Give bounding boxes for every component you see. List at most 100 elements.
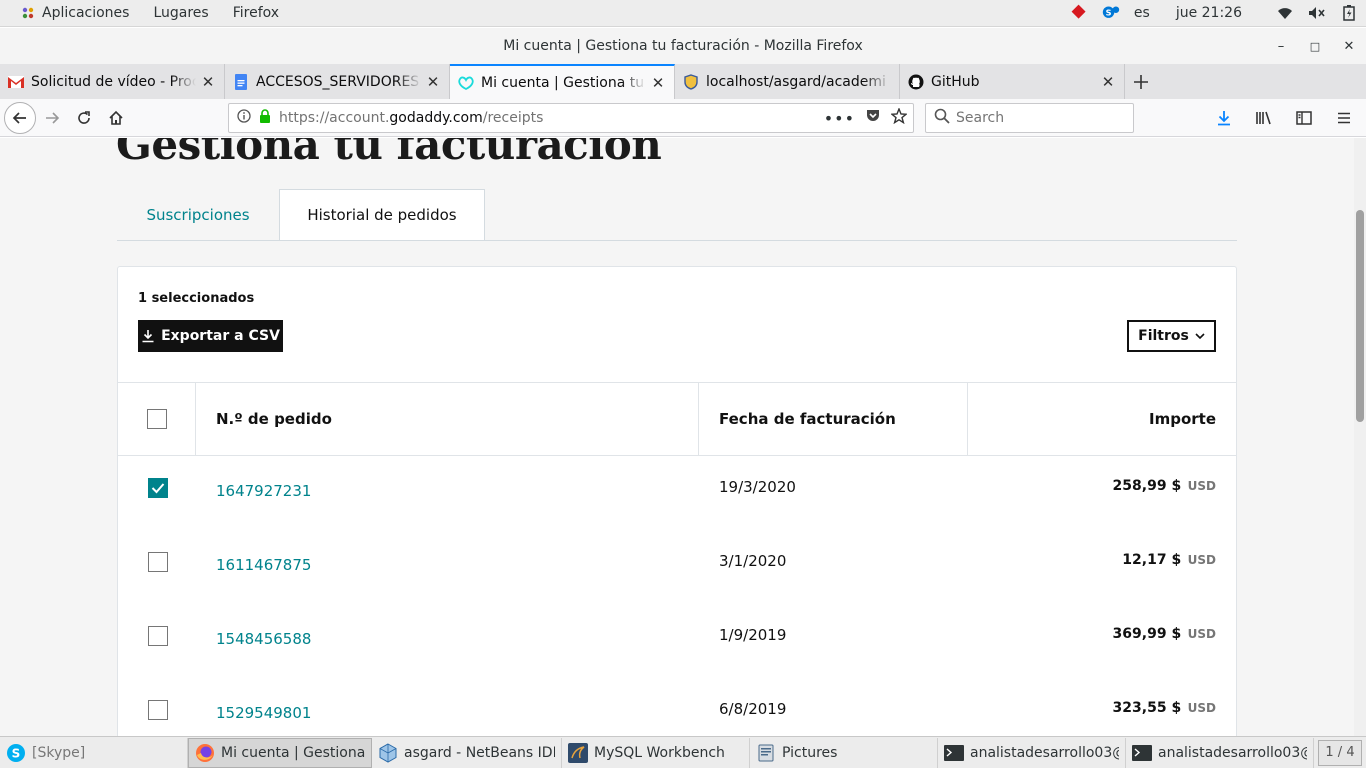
selected-count: 1 seleccionados: [138, 291, 255, 306]
close-tab-icon[interactable]: ✕: [650, 74, 666, 92]
order-number-link[interactable]: 1611467875: [216, 556, 311, 574]
taskbar-item-skype[interactable]: S [Skype]: [0, 737, 188, 768]
terminal-icon: [1132, 743, 1152, 763]
column-header-amount[interactable]: Importe: [968, 383, 1236, 455]
workspace-pager[interactable]: 1 / 4: [1318, 739, 1362, 766]
reload-icon: [78, 110, 90, 124]
docs-icon: [233, 73, 249, 90]
taskbar: S [Skype] Mi cuenta | Gestiona t... asga…: [0, 736, 1366, 768]
search-bar[interactable]: [925, 103, 1134, 133]
checkmark-icon: [151, 483, 165, 494]
download-icon: [142, 330, 154, 343]
github-icon: [908, 74, 924, 90]
wifi-icon[interactable]: [1276, 4, 1294, 22]
page-scrollbar[interactable]: [1354, 138, 1366, 736]
search-input[interactable]: [956, 110, 1116, 126]
taskbar-item-firefox[interactable]: Mi cuenta | Gestiona t...: [188, 737, 372, 768]
column-header-order[interactable]: N.º de pedido: [196, 383, 699, 455]
row-checkbox[interactable]: [148, 478, 168, 498]
tab-subscriptions[interactable]: Suscripciones: [117, 189, 279, 241]
menu-lugares[interactable]: Lugares: [141, 5, 220, 21]
order-number-link[interactable]: 1529549801: [216, 704, 311, 722]
lock-icon[interactable]: [259, 109, 271, 127]
chevron-down-icon: [1195, 333, 1205, 340]
taskbar-item-mysql-workbench[interactable]: MySQL Workbench: [562, 737, 750, 768]
close-tab-icon[interactable]: ✕: [425, 73, 441, 91]
order-number-link[interactable]: 1647927231: [216, 482, 311, 500]
tab-github[interactable]: GitHub ✕: [900, 64, 1125, 99]
mysql-icon: [568, 742, 588, 763]
svg-text:S: S: [12, 746, 21, 760]
export-csv-button[interactable]: Exportar a CSV: [138, 320, 283, 352]
table-row: 1647927231 19/3/2020 258,99 $ USD: [118, 456, 1236, 530]
order-number-link[interactable]: 1548456588: [216, 630, 311, 648]
reload-button[interactable]: [68, 102, 100, 134]
navigation-toolbar: https://account.godaddy.com/receipts •••: [0, 99, 1366, 137]
downloads-button[interactable]: [1208, 102, 1240, 134]
skype-tray-icon[interactable]: S: [1102, 4, 1120, 22]
bookmark-star-icon[interactable]: [890, 107, 908, 128]
shield-icon: [683, 73, 699, 90]
billing-date: 19/3/2020: [719, 478, 796, 496]
home-button[interactable]: [100, 102, 132, 134]
window-title: Mi cuenta | Gestiona tu facturación - Mo…: [503, 38, 863, 54]
new-tab-button[interactable]: [1125, 64, 1157, 99]
url-bar[interactable]: https://account.godaddy.com/receipts •••: [228, 103, 914, 133]
sidebar-icon: [1296, 111, 1312, 125]
tab-google-docs[interactable]: ACCESOS_SERVIDORES. ✕: [225, 64, 450, 99]
amount: 369,99 $ USD: [1112, 626, 1216, 642]
close-window-button[interactable]: ✕: [1342, 39, 1356, 54]
clock[interactable]: jue 21:26: [1176, 5, 1242, 21]
scrollbar-thumb[interactable]: [1356, 210, 1364, 422]
tab-localhost[interactable]: localhost/asgard/academi: [675, 64, 900, 99]
close-tab-icon[interactable]: ✕: [1100, 73, 1116, 91]
window-titlebar: Mi cuenta | Gestiona tu facturación - Mo…: [0, 28, 1366, 64]
row-checkbox[interactable]: [148, 552, 168, 572]
page-content: Gestiona tu facturación Suscripciones Hi…: [0, 138, 1354, 736]
maximize-button[interactable]: □: [1308, 40, 1322, 53]
volume-icon[interactable]: [1308, 4, 1326, 22]
info-icon[interactable]: [237, 109, 251, 127]
column-header-date[interactable]: Fecha de facturación: [699, 383, 968, 455]
taskbar-item-netbeans[interactable]: asgard - NetBeans IDE ...: [372, 737, 562, 768]
url-text[interactable]: https://account.godaddy.com/receipts: [279, 110, 543, 126]
sidebar-button[interactable]: [1288, 102, 1320, 134]
taskbar-item-terminal-1[interactable]: analistadesarrollo03@l...: [938, 737, 1126, 768]
minimize-button[interactable]: –: [1274, 39, 1288, 54]
hamburger-menu-button[interactable]: [1328, 102, 1360, 134]
anydesk-icon[interactable]: [1070, 4, 1088, 22]
billing-date: 6/8/2019: [719, 700, 787, 718]
gnome-top-bar: Aplicaciones Lugares Firefox S es jue 21…: [0, 0, 1366, 27]
table-row: 1548456588 1/9/2019 369,99 $ USD: [118, 604, 1236, 678]
pocket-icon[interactable]: [865, 108, 881, 128]
gmail-icon: [8, 74, 24, 90]
back-button[interactable]: [4, 101, 36, 134]
menu-aplicaciones[interactable]: Aplicaciones: [30, 5, 141, 21]
tab-godaddy[interactable]: Mi cuenta | Gestiona tu fa ✕: [450, 64, 675, 99]
forward-button[interactable]: [36, 102, 68, 134]
taskbar-item-terminal-2[interactable]: analistadesarrollo03@l...: [1126, 737, 1314, 768]
library-button[interactable]: [1248, 102, 1280, 134]
battery-icon[interactable]: [1340, 4, 1358, 22]
search-icon: [934, 108, 950, 128]
menu-firefox[interactable]: Firefox: [221, 5, 291, 21]
tab-title: GitHub: [931, 73, 980, 90]
tab-order-history[interactable]: Historial de pedidos: [279, 189, 485, 241]
select-all-checkbox[interactable]: [146, 409, 167, 429]
filters-button[interactable]: Filtros: [1127, 320, 1216, 352]
tabs-divider: [117, 240, 1237, 241]
select-all-cell: [118, 383, 196, 455]
amount: 323,55 $ USD: [1112, 700, 1216, 716]
page-actions-menu-icon[interactable]: •••: [824, 109, 855, 128]
close-tab-icon[interactable]: ✕: [200, 73, 216, 91]
skype-icon: S: [6, 743, 26, 763]
row-checkbox[interactable]: [148, 700, 168, 720]
hamburger-icon: [1338, 112, 1350, 124]
tab-title: ACCESOS_SERVIDORES.: [256, 73, 421, 90]
row-checkbox[interactable]: [148, 626, 168, 646]
keyboard-language[interactable]: es: [1134, 5, 1150, 21]
library-icon: [1256, 111, 1271, 125]
taskbar-item-pictures[interactable]: Pictures: [750, 737, 938, 768]
tab-gmail[interactable]: Solicitud de vídeo - Proce ✕: [0, 64, 225, 99]
filters-label: Filtros: [1138, 328, 1189, 344]
